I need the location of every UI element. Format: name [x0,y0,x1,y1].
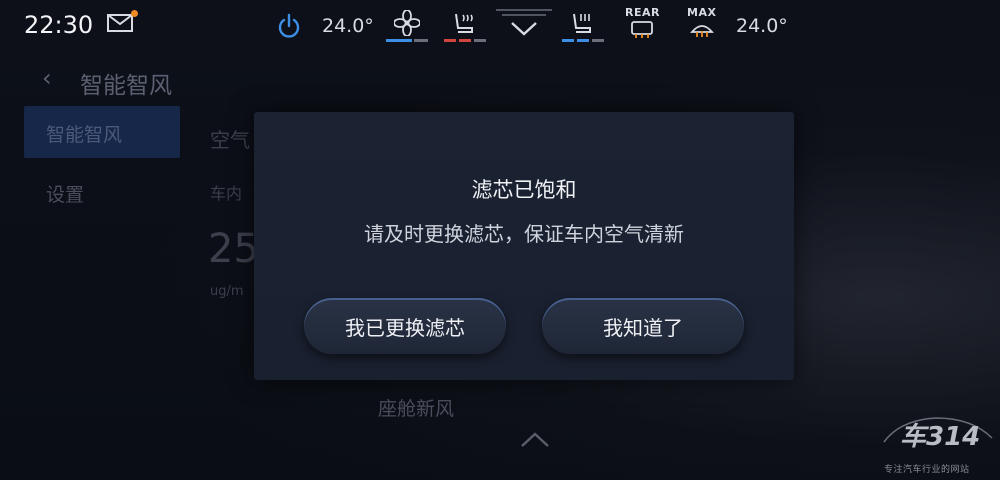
page-title: 智能智风 [80,73,172,99]
max-defrost-icon [690,25,714,37]
notification-dot [131,10,138,17]
rear-defrost-button[interactable]: REAR [622,4,662,44]
filter-saturated-dialog: 滤芯已饱和 请及时更换滤芯，保证车内空气清新 我已更换滤芯 我知道了 [254,112,794,380]
mail-icon[interactable] [107,14,133,32]
max-defrost-button[interactable]: MAX [682,4,722,44]
seat-vent-icon [573,13,591,33]
power-icon[interactable] [276,8,302,48]
fan-icon [394,10,420,36]
seat-vent-level-2 [577,39,589,42]
seat-vent-level-1 [562,39,574,42]
cabin-fresh-air-label[interactable]: 座舱新风 [378,394,454,421]
rear-label: REAR [625,6,660,19]
dialog-message: 请及时更换滤芯，保证车内空气清新 [364,222,684,246]
watermark-tagline: 专注汽车行业的网站 [884,465,970,475]
sidebar-item-label: 智能智风 [46,124,123,146]
sidebar-item-smart-air[interactable]: 智能智风 [24,106,180,158]
cabin-label: 车内 [210,184,243,203]
rear-defrost-icon [631,21,653,38]
temperature-left[interactable]: 24.0° [322,15,374,37]
seat-vent-button[interactable] [562,8,606,48]
back-chevron-icon[interactable]: ‹ [42,64,52,92]
seat-heat-icon [455,13,473,33]
seat-vent-level-3 [592,39,604,42]
seat-heat-level-3 [474,39,486,42]
air-quality-label: 空气 [210,128,250,152]
watermark-logo: 车314 [900,422,981,452]
acknowledge-button[interactable]: 我知道了 [542,298,744,354]
fan-level-active [386,39,412,42]
pm-value: 25 [208,226,259,272]
max-label: MAX [687,6,717,19]
chevron-down-icon[interactable] [494,6,554,46]
seat-heat-button[interactable] [444,8,488,48]
temperature-right[interactable]: 24.0° [736,15,788,37]
dialog-title: 滤芯已饱和 [471,178,577,202]
status-bar: 22:30 24.0° REAR MAX 24.0° [0,0,1000,54]
sidebar-item-settings[interactable]: 设置 [46,180,84,207]
seat-heat-level-2 [459,39,471,42]
filter-replaced-button[interactable]: 我已更换滤芯 [304,298,506,354]
clock: 22:30 [24,11,94,39]
chevron-up-icon[interactable] [518,430,552,450]
pm-unit: ug/m [210,284,244,299]
fan-button[interactable] [386,8,428,48]
seat-heat-level-1 [444,39,456,42]
fan-level-inactive [414,39,428,42]
